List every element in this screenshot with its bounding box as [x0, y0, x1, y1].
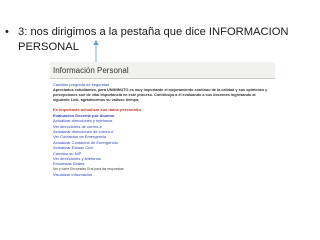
slide-instruction: • 3: nos dirigimos a la pestaña que dice…: [5, 25, 318, 55]
change-security-question-link[interactable]: Cambiar pregunta de seguridad: [53, 82, 272, 87]
evaluation-announcement: Apreciados estudiantes, para UNIMINUTO e…: [53, 88, 268, 103]
panel-body: Cambiar pregunta de seguridad Apreciados…: [50, 79, 275, 178]
bullet-point: •: [5, 26, 9, 38]
view-information-link[interactable]: Visualizar Informacion: [53, 172, 272, 177]
panel-title: Información Personal: [53, 65, 129, 75]
panel-header: Información Personal: [50, 62, 275, 79]
instruction-text: 3: nos dirigimos a la pestaña que dice I…: [18, 26, 289, 53]
personal-info-panel: Información Personal Cambiar pregunta de…: [50, 62, 275, 232]
